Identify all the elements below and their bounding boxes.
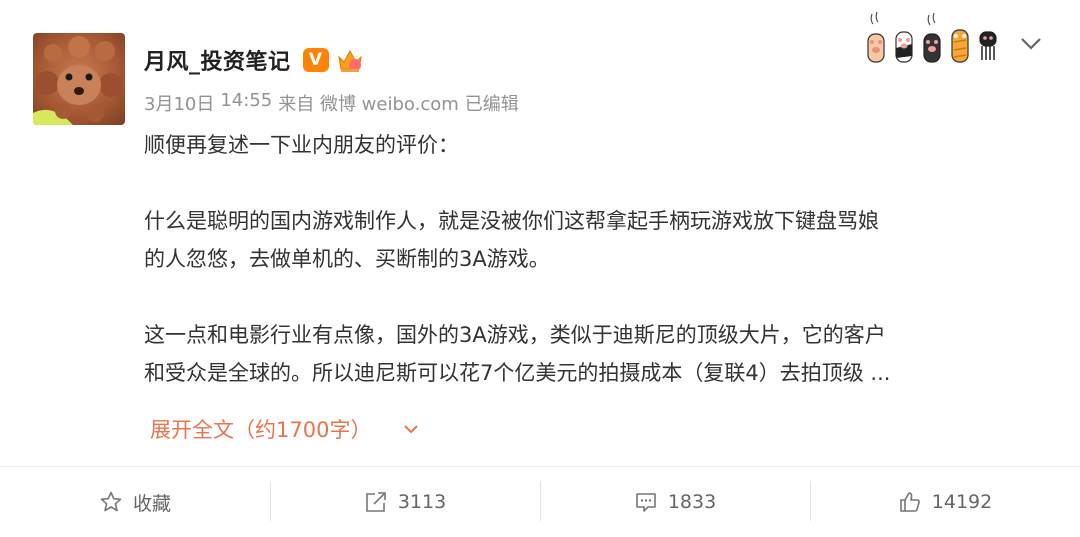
post-date[interactable]: 3月10日 xyxy=(144,90,214,116)
post-menu-chevron-down-icon[interactable] xyxy=(1018,30,1044,56)
content-paragraph-1: 顺便再复述一下业内朋友的评价： xyxy=(144,133,459,157)
post-time[interactable]: 14:55 xyxy=(220,90,272,116)
favorite-label: 收藏 xyxy=(132,492,171,515)
avatar[interactable] xyxy=(33,33,125,125)
chevron-down-icon xyxy=(401,419,421,439)
verified-badge: V xyxy=(302,48,329,72)
favorite-button[interactable]: 收藏 xyxy=(0,467,270,537)
paw-icon xyxy=(864,11,888,64)
dog-avatar-image xyxy=(33,36,123,125)
content-paragraph-2-line-1: 什么是聪明的国内游戏制作人，就是没被你们这帮拿起手柄玩游戏放下键盘骂娘 xyxy=(144,209,879,233)
like-button[interactable]: 14192 xyxy=(810,467,1080,537)
paw-icon xyxy=(948,12,972,64)
paw-icon xyxy=(892,12,916,64)
comment-button[interactable]: 1833 xyxy=(540,467,810,537)
author-name[interactable]: 月风_投资笔记 xyxy=(144,44,291,76)
repost-icon xyxy=(366,492,386,512)
author-row: 月风_投资笔记 V xyxy=(144,40,365,80)
repost-button[interactable]: 3113 xyxy=(270,467,540,537)
content-paragraph-3-line-2: 和受众是全球的。所以迪尼斯可以花7个亿美元的拍摄成本（复联4）去拍顶级 ... xyxy=(144,361,891,385)
paw-icon xyxy=(920,12,944,64)
post-source: 来自 微博 weibo.com xyxy=(278,94,459,115)
paw-decoration xyxy=(864,11,1000,64)
edited-label[interactable]: 已编辑 xyxy=(465,90,519,116)
weibo-post-card: 月风_投资笔记 V 3月10日 14:55 来自 微博 weibo.com 已编… xyxy=(0,0,1080,466)
comment-icon xyxy=(636,493,656,512)
content-paragraph-2-line-2: 的人忽悠，去做单机的、买断制的3A游戏。 xyxy=(144,247,550,271)
like-count: 14192 xyxy=(931,491,993,513)
expand-full-text-link[interactable]: 展开全文（约1700字） xyxy=(150,414,421,444)
repost-count: 3113 xyxy=(397,491,447,513)
star-icon xyxy=(100,491,122,512)
post-content: 顺便再复述一下业内朋友的评价： 什么是聪明的国内游戏制作人，就是没被你们这帮拿起… xyxy=(144,126,1044,392)
post-actions-bar: 收藏 3113 1833 14192 xyxy=(0,466,1080,537)
comment-count: 1833 xyxy=(667,491,717,513)
thumbs-up-icon xyxy=(899,492,920,512)
crown-icon xyxy=(335,45,365,75)
paw-icon xyxy=(976,12,1000,64)
post-meta: 3月10日 14:55 来自 微博 weibo.com 已编辑 xyxy=(144,90,525,116)
expand-label: 展开全文（约1700字） xyxy=(150,418,372,442)
content-paragraph-3-line-1: 这一点和电影行业有点像，国外的3A游戏，类似于迪斯尼的顶级大片，它的客户 xyxy=(144,323,886,347)
